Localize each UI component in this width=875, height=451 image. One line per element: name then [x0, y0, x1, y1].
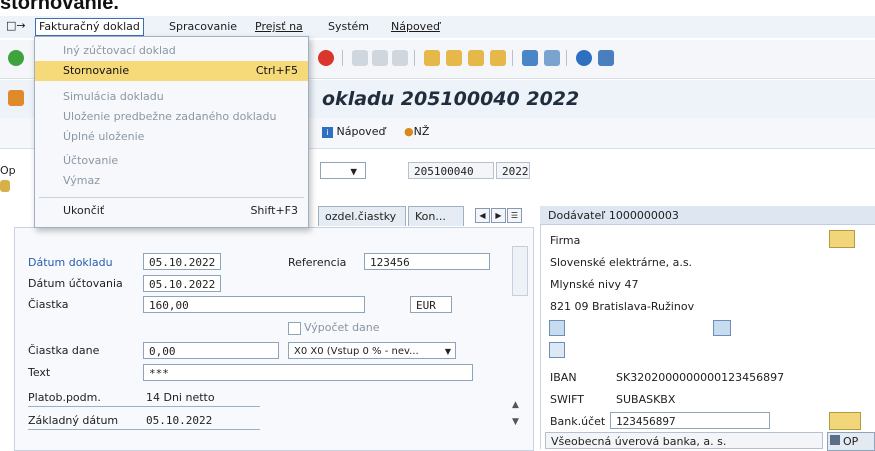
- vendor-name: Slovenské elektrárne, a.s.: [550, 256, 693, 269]
- help-icon[interactable]: [576, 50, 592, 66]
- calendar-icon[interactable]: [549, 342, 565, 358]
- referencia-label: Referencia: [288, 256, 347, 269]
- vendor-header-bar: Dodávateľ 1000000003: [540, 206, 875, 225]
- referencia-field[interactable]: 123456: [364, 253, 490, 270]
- menu-fakturacny-doklad[interactable]: Fakturačný doklad: [35, 18, 144, 36]
- window-menu-icon[interactable]: □→: [6, 19, 26, 32]
- vendor-detail-icon[interactable]: [829, 230, 855, 248]
- iban-label: IBAN: [550, 371, 577, 384]
- shortcut-icon[interactable]: [544, 50, 560, 66]
- tab-kon[interactable]: Kon...: [408, 206, 464, 226]
- bank-edit-icon[interactable]: [829, 412, 861, 430]
- find-next-icon[interactable]: [392, 50, 408, 66]
- print-doc-icon[interactable]: [713, 320, 731, 336]
- menu-item-uplne-ulozenie[interactable]: Úplné uloženie: [35, 127, 308, 147]
- print-icon[interactable]: [352, 50, 368, 66]
- last-page-icon[interactable]: [490, 50, 506, 66]
- first-page-icon[interactable]: [424, 50, 440, 66]
- menu-item-simulacia-dokladu[interactable]: Simulácia dokladu: [35, 87, 308, 107]
- op-label: Op: [0, 164, 16, 177]
- ciastka-field[interactable]: 160,00: [143, 296, 365, 313]
- vypocet-dane-checkbox[interactable]: [288, 322, 301, 335]
- tax-code-select[interactable]: X0 X0 (Vstup 0 % - nev... ▼: [288, 342, 456, 359]
- chevron-down-icon: ▼: [444, 347, 451, 356]
- swift-value: SUBASKBX: [616, 393, 676, 406]
- page-heading: stornovanie.: [0, 0, 119, 14]
- bank-account-field[interactable]: 123456897: [610, 412, 770, 429]
- menu-item-ulozenie-predbezne[interactable]: Uloženie predbežne zadaného dokladu: [35, 107, 308, 127]
- ciastka-label: Čiastka: [28, 298, 69, 311]
- fakturacny-doklad-dropdown: Iný zúčtovací doklad Stornovanie Ctrl+F5…: [34, 36, 309, 228]
- vendor-header: Dodávateľ 1000000003: [548, 209, 679, 222]
- info-icon: i: [322, 127, 333, 138]
- vendor-street: Mlynské nivy 47: [550, 278, 639, 291]
- ciastka-dane-field[interactable]: 0,00: [143, 342, 279, 359]
- page-title: okladu 205100040 2022: [322, 88, 580, 110]
- iban-value: SK3202000000000123456897: [616, 371, 785, 384]
- vendor-firma: Firma: [550, 234, 581, 247]
- doc-number-field[interactable]: 205100040: [408, 162, 494, 179]
- menu-item-uctovanie[interactable]: Účtovanie: [35, 151, 308, 171]
- new-session-icon[interactable]: [522, 50, 538, 66]
- chevron-down-icon: ▼: [350, 165, 357, 178]
- op-button[interactable]: OP: [827, 432, 875, 451]
- layout-icon[interactable]: [598, 50, 614, 66]
- bank-name-field[interactable]: Všeobecná úverová banka, a. s.: [545, 432, 823, 449]
- tab-scroll-left-icon[interactable]: ◀: [475, 208, 490, 223]
- menu-prejst-na[interactable]: Prejsť na: [255, 20, 303, 33]
- previous-page-icon[interactable]: [446, 50, 462, 66]
- platob-podm-label: Platob.podm.: [28, 391, 101, 404]
- year-field[interactable]: 2022: [496, 162, 530, 179]
- ciastka-dane-label: Čiastka dane: [28, 344, 100, 357]
- tab-list-icon[interactable]: ☰: [507, 208, 522, 223]
- menu-item-vymaz[interactable]: Výmaz: [35, 171, 308, 191]
- menu-spracovanie[interactable]: Spracovanie: [169, 20, 237, 33]
- bank-account-label: Bank.účet: [550, 415, 606, 428]
- transaction-icon: [8, 90, 24, 106]
- tax-code-value: X0 X0 (Vstup 0 % - nev...: [294, 346, 419, 357]
- zakladny-datum-label: Základný dátum: [28, 414, 119, 427]
- menu-item-ukoncit[interactable]: Ukončiť Shift+F3: [35, 201, 308, 221]
- tab-scroll-right-icon[interactable]: ▶: [491, 208, 506, 223]
- datum-uctovania-label: Dátum účtovania: [28, 277, 123, 290]
- vypocet-dane-label: Výpočet dane: [304, 321, 380, 334]
- platob-podm-value: 14 Dni netto: [146, 391, 215, 404]
- menubar: □→ Fakturačný doklad Spracovanie Prejsť …: [0, 16, 875, 38]
- menu-system[interactable]: Systém: [328, 20, 369, 33]
- swift-label: SWIFT: [550, 393, 584, 406]
- find-icon[interactable]: [372, 50, 388, 66]
- table-icon: [830, 435, 840, 445]
- nz-button[interactable]: ●NŽ: [404, 125, 429, 138]
- menu-napoved[interactable]: Nápoveď: [391, 20, 440, 33]
- text-label: Text: [28, 366, 51, 379]
- op-select[interactable]: ▼: [320, 162, 366, 179]
- nz-icon: ●: [404, 125, 414, 138]
- menu-separator: [39, 197, 304, 198]
- next-page-icon[interactable]: [468, 50, 484, 66]
- text-field[interactable]: ***: [143, 364, 473, 381]
- enter-icon[interactable]: [8, 50, 24, 66]
- currency-field[interactable]: EUR: [410, 296, 452, 313]
- scroll-down-icon[interactable]: ▼: [512, 417, 519, 427]
- tree-icon[interactable]: [0, 180, 10, 192]
- scroll-up-icon[interactable]: ▲: [512, 400, 519, 410]
- datum-uctovania-field[interactable]: 05.10.2022: [143, 275, 221, 292]
- address-icon[interactable]: [549, 320, 565, 336]
- menu-item-stornovanie[interactable]: Stornovanie Ctrl+F5: [35, 61, 308, 81]
- tab-rozdel-ciastky[interactable]: ozdel.čiastky: [318, 206, 406, 226]
- menu-item-iny-zuctovaci-doklad[interactable]: Iný zúčtovací doklad: [35, 41, 308, 61]
- datum-dokladu-label: Dátum dokladu: [28, 256, 113, 269]
- scrollbar-thumb[interactable]: [512, 246, 528, 296]
- zakladny-datum-value: 05.10.2022: [146, 414, 213, 427]
- cancel-icon[interactable]: [318, 50, 334, 66]
- datum-dokladu-field[interactable]: 05.10.2022: [143, 253, 221, 270]
- help-button[interactable]: i Nápoveď: [322, 125, 385, 138]
- vendor-city: 821 09 Bratislava-Ružinov: [550, 300, 695, 313]
